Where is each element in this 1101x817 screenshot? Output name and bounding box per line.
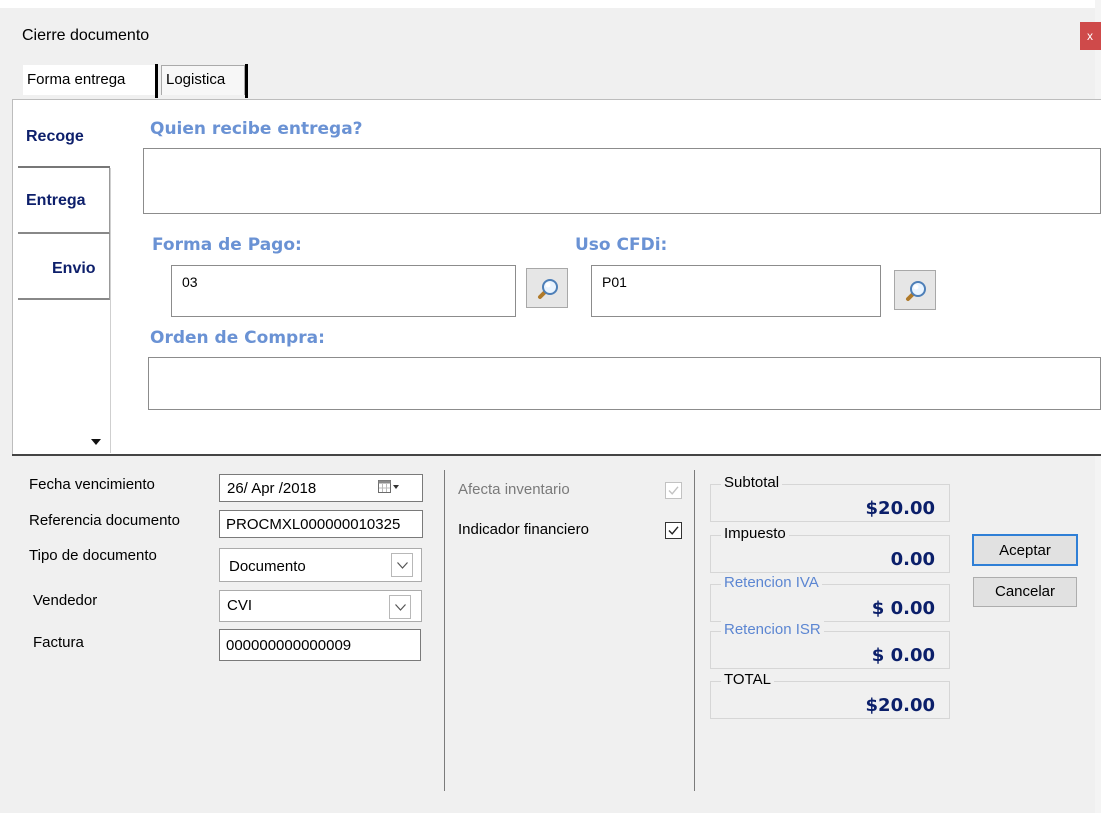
side-tab-label: Recoge — [26, 128, 84, 145]
factura-label: Factura — [33, 634, 84, 651]
impuesto-group: Impuesto 0.00 — [710, 525, 950, 573]
tab-divider — [245, 64, 248, 98]
side-tab-recoge[interactable]: Recoge — [18, 100, 110, 168]
total-label: TOTAL — [721, 671, 774, 688]
forma-pago-label: Forma de Pago: — [152, 235, 302, 255]
indicador-financiero-label: Indicador financiero — [458, 521, 589, 538]
window-bottom-edge — [0, 813, 1101, 817]
uso-cfdi-search-button[interactable] — [894, 270, 936, 310]
forma-pago-search-button[interactable] — [526, 268, 568, 308]
total-value: $20.00 — [865, 695, 935, 716]
impuesto-label: Impuesto — [721, 525, 789, 542]
search-icon — [538, 279, 558, 299]
vendedor-label: Vendedor — [33, 592, 98, 609]
factura-input[interactable]: 000000000000009 — [219, 629, 421, 661]
chevron-down-icon — [395, 604, 406, 611]
scroll-down-icon — [91, 439, 101, 445]
orden-compra-label: Orden de Compra: — [150, 328, 325, 348]
subtotal-label: Subtotal — [721, 474, 783, 491]
forma-pago-input[interactable]: 03 — [171, 265, 516, 317]
referencia-documento-label: Referencia documento — [29, 512, 180, 529]
subtotal-group: Subtotal $20.00 — [710, 474, 950, 522]
window-title: Cierre documento — [22, 27, 150, 44]
retencion-iva-group: Retencion IVA $ 0.00 — [710, 574, 950, 622]
search-icon — [906, 281, 926, 301]
indicador-financiero-checkbox[interactable] — [665, 522, 682, 539]
quien-recibe-input[interactable] — [143, 148, 1101, 214]
tab-logistica[interactable]: Logistica — [161, 65, 245, 95]
uso-cfdi-label: Uso CFDi: — [575, 235, 668, 255]
retencion-isr-label: Retencion ISR — [721, 621, 824, 638]
side-tabs-divider — [110, 168, 111, 453]
retencion-isr-group: Retencion ISR $ 0.00 — [710, 621, 950, 669]
retencion-iva-value: $ 0.00 — [871, 598, 935, 619]
subtotal-value: $20.00 — [865, 498, 935, 519]
tipo-documento-dropdown-button[interactable] — [391, 553, 413, 577]
side-tab-envio[interactable]: Envio — [18, 234, 110, 300]
afecta-inventario-checkbox[interactable] — [665, 482, 682, 499]
side-tab-entrega[interactable]: Entrega — [18, 168, 110, 234]
section-divider — [444, 470, 445, 791]
aceptar-button[interactable]: Aceptar — [972, 534, 1078, 566]
close-icon: x — [1087, 29, 1093, 43]
chevron-down-icon — [397, 562, 408, 569]
uso-cfdi-input[interactable]: P01 — [591, 265, 881, 317]
referencia-documento-input[interactable]: PROCMXL000000010325 — [219, 510, 423, 538]
retencion-iva-label: Retencion IVA — [721, 574, 822, 591]
fecha-vencimiento-label: Fecha vencimiento — [29, 476, 155, 493]
total-group: TOTAL $20.00 — [710, 671, 950, 719]
orden-compra-input[interactable] — [148, 357, 1101, 410]
scroll-down-button[interactable] — [86, 432, 106, 452]
tab-forma-entrega[interactable]: Forma entrega — [23, 65, 155, 95]
close-button[interactable]: x — [1080, 22, 1101, 50]
cancelar-button[interactable]: Cancelar — [973, 577, 1077, 607]
section-divider — [694, 470, 695, 791]
dialog-window: Cierre documento x Forma entrega Logisti… — [0, 0, 1101, 817]
tipo-documento-label: Tipo de documento — [29, 547, 157, 564]
check-icon — [668, 526, 679, 535]
quien-recibe-label: Quien recibe entrega? — [150, 119, 363, 139]
impuesto-value: 0.00 — [890, 549, 935, 570]
afecta-inventario-label: Afecta inventario — [458, 481, 570, 498]
side-tab-label: Entrega — [26, 192, 86, 209]
calendar-icon[interactable] — [378, 480, 400, 497]
side-tab-label: Envio — [52, 260, 96, 277]
window-top-edge — [0, 0, 1101, 8]
panel-divider — [12, 454, 1101, 456]
tab-divider — [155, 64, 158, 98]
retencion-isr-value: $ 0.00 — [871, 645, 935, 666]
vendedor-dropdown-button[interactable] — [389, 595, 411, 619]
check-icon — [668, 486, 679, 495]
